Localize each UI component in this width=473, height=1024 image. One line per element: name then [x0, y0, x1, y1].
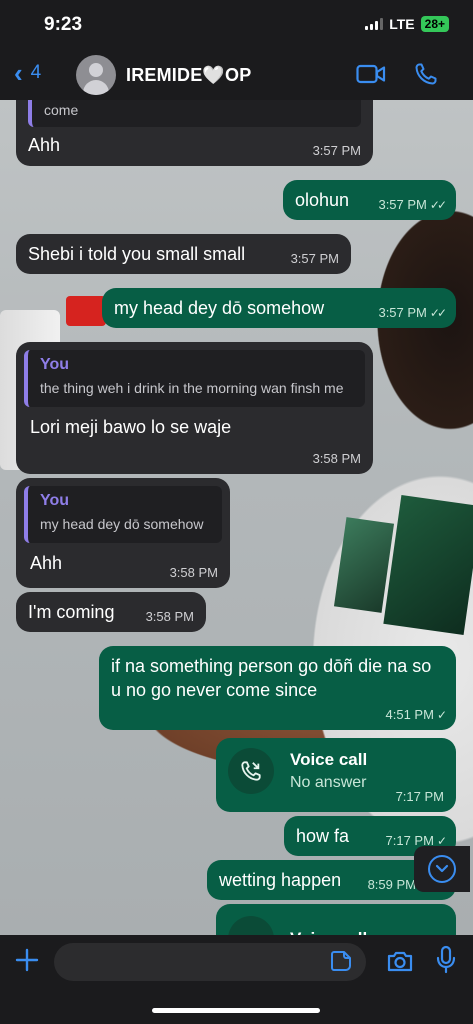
message-incoming[interactable]: I'm coming 3:58 PM [16, 592, 206, 632]
chevron-down-icon [428, 855, 456, 883]
check-icon: ✓ [436, 708, 447, 722]
message-time: 3:58 PM [312, 451, 361, 466]
message-incoming[interactable]: You the thing weh i drink in the morning… [16, 342, 373, 474]
quoted-text: my head dey dō somehow [40, 516, 204, 532]
message-time: 3:57 PM [290, 251, 339, 266]
missed-call-icon [228, 748, 274, 794]
message-input[interactable] [54, 943, 366, 981]
battery-icon: 28+ [420, 16, 449, 32]
quoted-message: come [28, 100, 361, 127]
voice-call-message[interactable]: Voice call No answer 7:17 PM [216, 738, 456, 812]
message-time: 3:57 PM ✓✓ [378, 197, 447, 212]
message-text: if na something person go dōñ die na so … [111, 656, 432, 700]
message-text: Ahh [28, 135, 61, 155]
voice-call-box: Voice call No answer [228, 748, 444, 794]
quoted-sender: You [40, 492, 70, 509]
message-text: Lori meji bawo lo se waje [30, 417, 232, 437]
message-incoming[interactable]: Shebi i told you small small 3:57 PM [16, 234, 351, 274]
wallpaper-bottle-cap [66, 296, 106, 326]
quoted-text: the thing weh i drink in the morning wan… [40, 380, 344, 396]
message-time: 7:17 PM [395, 789, 444, 804]
message-incoming[interactable]: come Ahh 3:57 PM [16, 100, 373, 166]
message-time: 3:58 PM [145, 609, 194, 624]
quoted-text: come [44, 102, 79, 118]
message-incoming[interactable]: You my head dey dō somehow Ahh 3:58 PM [16, 478, 230, 588]
quoted-message: You the thing weh i drink in the morning… [24, 350, 365, 407]
sticker-icon[interactable] [330, 950, 352, 977]
camera-icon[interactable] [386, 949, 414, 978]
chevron-left-icon: ‹ [14, 58, 23, 88]
message-time: 3:58 PM [169, 565, 218, 580]
top-bar: 9:23 LTE 28+ ‹ 4 IREMIDE🤍OP [0, 0, 473, 100]
message-time: 3:57 PM ✓✓ [378, 305, 447, 320]
message-time: 8:59 PM [367, 877, 416, 892]
quoted-sender: You [40, 356, 70, 373]
message-outgoing[interactable]: olohun 3:57 PM ✓✓ [283, 180, 456, 220]
message-outgoing[interactable]: my head dey dō somehow 3:57 PM ✓✓ [102, 288, 456, 328]
video-call-icon[interactable] [356, 62, 386, 91]
avatar[interactable] [76, 55, 116, 95]
unread-count: 4 [30, 62, 42, 83]
network-label: LTE [389, 16, 415, 32]
double-check-icon: ✓✓ [429, 198, 447, 212]
back-button[interactable]: ‹ 4 [14, 58, 42, 88]
quoted-message: You my head dey dō somehow [24, 486, 222, 543]
contact-name[interactable]: IREMIDE🤍OP [126, 65, 251, 86]
double-check-icon: ✓✓ [429, 306, 447, 320]
phone-icon[interactable] [414, 62, 438, 91]
call-status: No answer [290, 774, 367, 791]
signal-icon [365, 18, 384, 30]
status-time: 9:23 [44, 14, 83, 35]
composer-bar [0, 935, 473, 1024]
call-title: Voice call [290, 750, 368, 769]
home-indicator [152, 1008, 320, 1013]
microphone-icon[interactable] [436, 945, 456, 980]
message-time: 3:57 PM [312, 143, 361, 158]
message-outgoing[interactable]: if na something person go dōñ die na so … [99, 646, 456, 730]
scroll-to-bottom-button[interactable] [414, 846, 470, 892]
plus-icon[interactable] [14, 947, 40, 978]
message-time: 4:51 PM ✓ [385, 707, 448, 722]
status-indicators: LTE 28+ [365, 16, 449, 32]
